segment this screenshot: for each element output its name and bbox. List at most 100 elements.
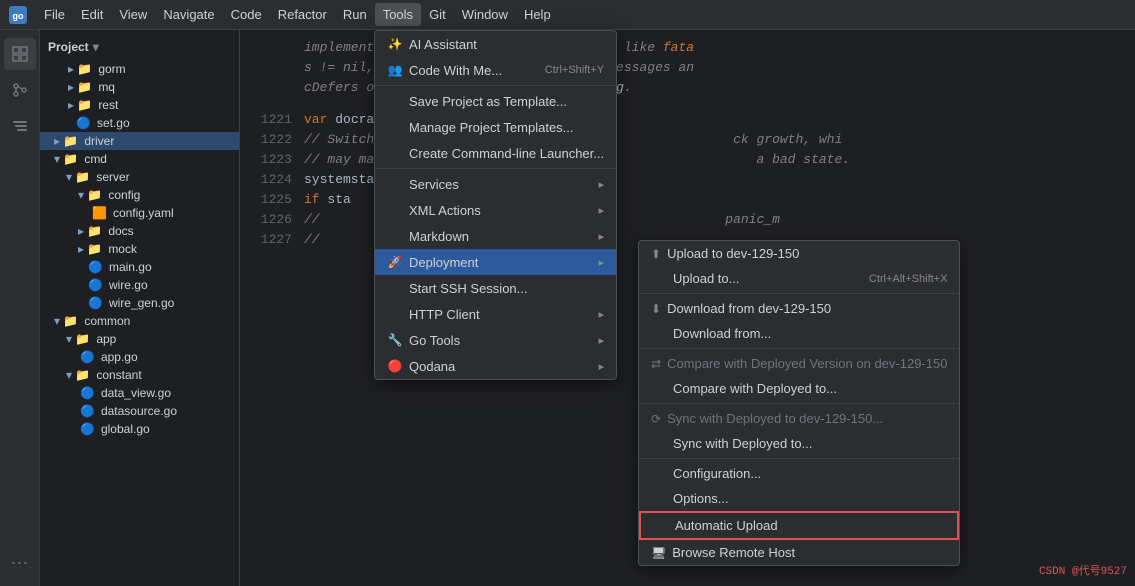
menu-item-label: HTTP Client — [409, 307, 480, 322]
submenu-item-download-from[interactable]: Download from... — [639, 321, 959, 346]
line-num-1225: 1225 — [252, 190, 292, 210]
tree-item-label: wire.go — [109, 278, 148, 292]
go-file-icon: 🔵 — [80, 350, 95, 364]
menu-help[interactable]: Help — [516, 3, 559, 26]
menu-item-label: Deployment — [409, 255, 478, 270]
submenu-item-upload-to[interactable]: Upload to... Ctrl+Alt+Shift+X — [639, 266, 959, 291]
tree-panel-header[interactable]: Project ▾ — [40, 34, 239, 60]
menu-view[interactable]: View — [111, 3, 155, 26]
tree-item-wirego[interactable]: 🔵 wire.go — [40, 276, 239, 294]
sidebar-icon-git[interactable] — [4, 74, 36, 106]
tree-item-label: app — [96, 332, 116, 346]
compare-icon: ⇄ — [651, 357, 661, 371]
tree-item-label: cmd — [84, 152, 107, 166]
tree-item-maingo[interactable]: 🔵 main.go — [40, 258, 239, 276]
menu-item-label: Start SSH Session... — [409, 281, 528, 296]
manage-icon — [387, 119, 403, 135]
tree-item-label: docs — [108, 224, 133, 238]
tree-item-appgo[interactable]: 🔵 app.go — [40, 348, 239, 366]
arrow-icon: ▸ — [599, 256, 605, 269]
menu-item-xml-actions[interactable]: XML Actions ▸ — [375, 197, 616, 223]
menu-refactor[interactable]: Refactor — [270, 3, 335, 26]
upload-icon: ⬆ — [651, 247, 661, 261]
submenu-item-download-dev[interactable]: ⬇ Download from dev-129-150 — [639, 296, 959, 321]
menu-item-label: Qodana — [409, 359, 455, 374]
submenu-item-label: Upload to... — [673, 271, 740, 286]
tree-item-driver[interactable]: ▸ 📁 driver — [40, 132, 239, 150]
go-file-icon: 🔵 — [88, 296, 103, 310]
menu-item-go-tools[interactable]: 🔧 Go Tools ▸ — [375, 327, 616, 353]
menu-code[interactable]: Code — [223, 3, 270, 26]
submenu-item-configuration[interactable]: Configuration... — [639, 461, 959, 486]
menu-window[interactable]: Window — [454, 3, 516, 26]
tree-item-server[interactable]: ▾ 📁 server — [40, 168, 239, 186]
menu-item-save-template[interactable]: Save Project as Template... — [375, 88, 616, 114]
tree-item-rest[interactable]: ▸ 📁 rest — [40, 96, 239, 114]
menu-tools[interactable]: Tools — [375, 3, 421, 26]
sync-icon: ⟳ — [651, 412, 661, 426]
sidebar-icon-project[interactable] — [4, 38, 36, 70]
menu-item-markdown[interactable]: Markdown ▸ — [375, 223, 616, 249]
menu-item-manage-templates[interactable]: Manage Project Templates... — [375, 114, 616, 140]
tree-item-configyaml[interactable]: 🟧 config.yaml — [40, 204, 239, 222]
menu-file[interactable]: File — [36, 3, 73, 26]
menu-item-label: Code With Me... — [409, 63, 502, 78]
tree-item-cmd[interactable]: ▾ 📁 cmd — [40, 150, 239, 168]
save-icon — [387, 93, 403, 109]
folder-icon: ▾ 📁 — [66, 368, 90, 382]
menu-run[interactable]: Run — [335, 3, 375, 26]
menu-item-label: Go Tools — [409, 333, 460, 348]
menu-item-label: Manage Project Templates... — [409, 120, 574, 135]
line-num-1221: 1221 — [252, 110, 292, 130]
menu-edit[interactable]: Edit — [73, 3, 111, 26]
submenu-item-label: Compare with Deployed to... — [673, 381, 837, 396]
menu-git[interactable]: Git — [421, 3, 454, 26]
submenu-item-upload-dev[interactable]: ⬆ Upload to dev-129-150 — [639, 241, 959, 266]
go-tools-icon: 🔧 — [387, 332, 403, 348]
tree-panel-title: Project — [48, 40, 89, 54]
tree-item-gorm[interactable]: ▸ 📁 gorm — [40, 60, 239, 78]
folder-icon: ▸ 📁 — [54, 134, 78, 148]
separator — [639, 293, 959, 294]
folder-icon: ▾ 📁 — [66, 170, 90, 184]
submenu-item-options[interactable]: Options... — [639, 486, 959, 511]
tree-item-setgo[interactable]: 🔵 set.go — [40, 114, 239, 132]
go-file-icon: 🔵 — [76, 116, 91, 130]
sidebar-icon-more[interactable]: ··· — [4, 546, 36, 578]
menu-item-ssh[interactable]: Start SSH Session... — [375, 275, 616, 301]
submenu-item-automatic-upload[interactable]: Automatic Upload — [639, 511, 959, 540]
folder-icon: ▸ 📁 — [68, 80, 92, 94]
menu-item-http-client[interactable]: HTTP Client ▸ — [375, 301, 616, 327]
tree-item-dataviewgo[interactable]: 🔵 data_view.go — [40, 384, 239, 402]
tree-item-globalgo[interactable]: 🔵 global.go — [40, 420, 239, 438]
tree-item-label: common — [84, 314, 130, 328]
tree-item-wiregongo[interactable]: 🔵 wire_gen.go — [40, 294, 239, 312]
tree-item-common[interactable]: ▾ 📁 common — [40, 312, 239, 330]
tree-item-datasourcego[interactable]: 🔵 datasource.go — [40, 402, 239, 420]
tree-item-label: wire_gen.go — [109, 296, 174, 310]
tree-item-mq[interactable]: ▸ 📁 mq — [40, 78, 239, 96]
menu-item-create-launcher[interactable]: Create Command-line Launcher... — [375, 140, 616, 166]
line-num-1226: 1226 — [252, 210, 292, 230]
tree-item-config[interactable]: ▾ 📁 config — [40, 186, 239, 204]
separator — [375, 168, 616, 169]
tree-item-label: app.go — [101, 350, 138, 364]
submenu-item-label: Compare with Deployed Version on dev-129… — [667, 356, 947, 371]
folder-icon: ▸ 📁 — [68, 62, 92, 76]
menu-item-ai-assistant[interactable]: ✨ AI Assistant — [375, 31, 616, 57]
tree-item-app[interactable]: ▾ 📁 app — [40, 330, 239, 348]
menu-navigate[interactable]: Navigate — [155, 3, 222, 26]
sidebar-icon-structure[interactable] — [4, 110, 36, 142]
tree-item-docs[interactable]: ▸ 📁 docs — [40, 222, 239, 240]
submenu-item-browse-remote[interactable]: 🖥 Browse Remote Host — [639, 540, 959, 565]
menu-item-services[interactable]: Services ▸ — [375, 171, 616, 197]
submenu-item-sync-to[interactable]: Sync with Deployed to... — [639, 431, 959, 456]
menu-item-qodana[interactable]: 🔴 Qodana ▸ — [375, 353, 616, 379]
file-tree-panel: Project ▾ ▸ 📁 gorm ▸ 📁 mq ▸ 📁 rest 🔵 set… — [40, 30, 240, 586]
folder-icon: ▸ 📁 — [78, 242, 102, 256]
menu-item-deployment[interactable]: 🚀 Deployment ▸ — [375, 249, 616, 275]
menu-item-code-with-me[interactable]: 👥 Code With Me... Ctrl+Shift+Y — [375, 57, 616, 83]
tree-item-constant[interactable]: ▾ 📁 constant — [40, 366, 239, 384]
tree-item-mock[interactable]: ▸ 📁 mock — [40, 240, 239, 258]
submenu-item-compare-to[interactable]: Compare with Deployed to... — [639, 376, 959, 401]
